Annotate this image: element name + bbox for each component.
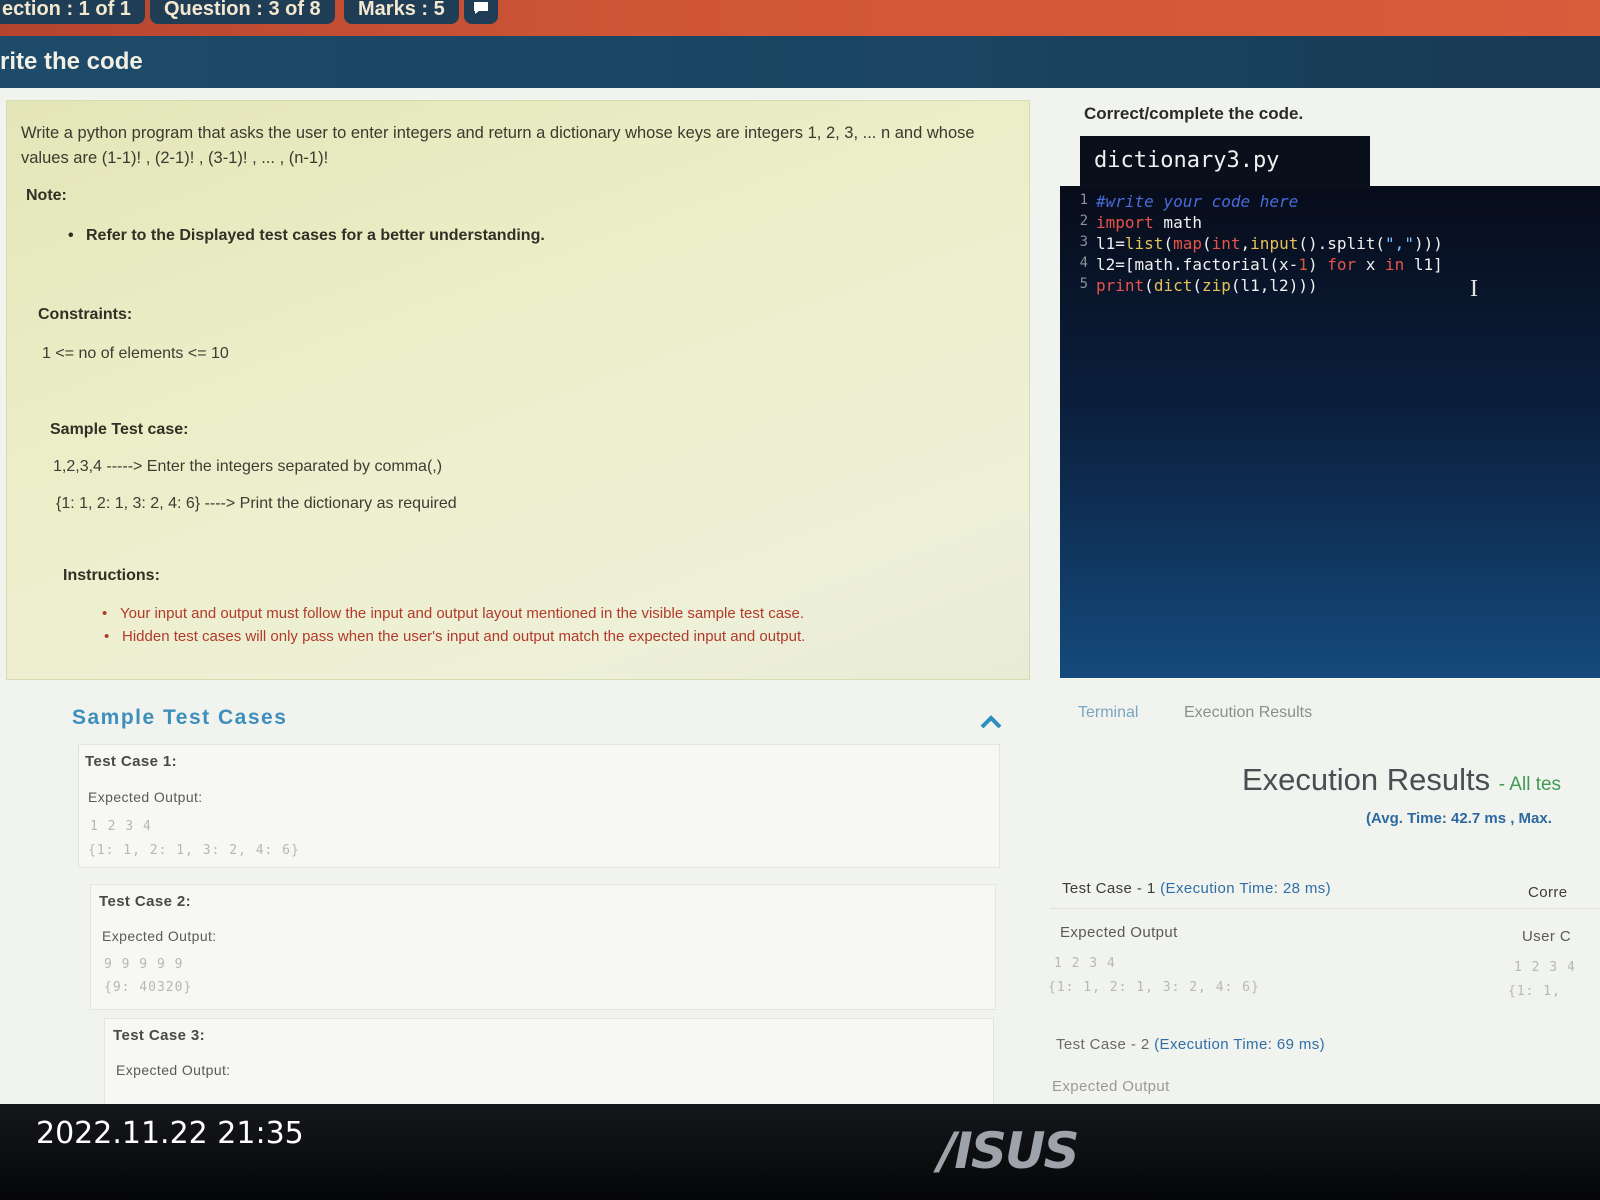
filename: dictionary3.py <box>1094 148 1280 173</box>
question-text: Write a python program that asks the use… <box>21 124 975 167</box>
test-case-label: Test Case 2: <box>99 893 192 910</box>
code-line[interactable]: 5 print(dict(zip(l1,l2))) <box>1080 276 1318 295</box>
chat-bubble-icon[interactable] <box>464 0 498 24</box>
section-counter: ection : 1 of 1 <box>0 0 145 24</box>
sample-input-line: 1,2,3,4 -----> Enter the integers separa… <box>53 458 443 475</box>
text-cursor-icon: I <box>1470 276 1478 302</box>
constraints-text: 1 <= no of elements <= 10 <box>42 345 229 362</box>
note-item: Refer to the Displayed test cases for a … <box>68 227 545 245</box>
test-case-label: Test Case 1: <box>85 753 178 770</box>
brand-logo: /ISUS <box>938 1122 1079 1180</box>
expected-output-label: Expected Output: <box>102 928 217 944</box>
code-line[interactable]: 3 l1=list(map(int,input().split(","))) <box>1080 234 1443 253</box>
expected-output-label: Expected Output <box>1060 924 1178 941</box>
result-case-header: Test Case - 1 (Execution Time: 28 ms) <box>1062 880 1332 897</box>
expected-output-label: Expected Output <box>1052 1078 1170 1095</box>
editor-heading: Correct/complete the code. <box>1084 104 1304 123</box>
sample-test-cases-title[interactable]: Sample Test Cases <box>72 706 287 730</box>
exam-screen: ection : 1 of 1 Question : 3 of 8 Marks … <box>0 0 1600 1120</box>
instructions-label: Instructions: <box>63 567 160 584</box>
instruction-item: Hidden test cases will only pass when th… <box>104 628 805 645</box>
result-status: Corre <box>1528 884 1568 901</box>
chevron-up-icon[interactable] <box>980 712 1002 735</box>
test-case-card: Test Case 1: Expected Output: 1 2 3 4 {1… <box>78 744 1000 868</box>
average-time: (Avg. Time: 42.7 ms , Max. <box>1366 810 1552 827</box>
code-line[interactable]: 2 import math <box>1080 213 1202 232</box>
code-line[interactable]: 4 l2=[math.factorial(x-1) for x in l1] <box>1080 255 1443 274</box>
code-editor[interactable]: 1 #write your code here 2 import math 3 l1=… <box>1060 186 1600 678</box>
execution-results-title: Execution Results - All tes <box>1242 762 1562 797</box>
editor-file-tab[interactable]: dictionary3.py <box>1080 136 1370 188</box>
section-header: rite the code <box>0 36 1600 88</box>
instruction-item: Your input and output must follow the in… <box>102 605 804 622</box>
photo-timestamp: 2022.11.22 21:35 <box>36 1116 304 1151</box>
tab-terminal[interactable]: Terminal <box>1078 704 1138 722</box>
expected-output-label: Expected Output: <box>88 789 203 805</box>
question-panel: Write a python program that asks the use… <box>6 100 1030 680</box>
test-output: {9: 40320} <box>104 980 193 995</box>
result-case-header: Test Case - 2 (Execution Time: 69 ms) <box>1056 1036 1326 1053</box>
user-input: 1 2 3 4 <box>1514 960 1576 975</box>
test-case-card: Test Case 2: Expected Output: 9 9 9 9 9 … <box>90 884 996 1010</box>
note-label: Note: <box>26 187 67 204</box>
test-output: {1: 1, 2: 1, 3: 2, 4: 6} <box>88 843 300 858</box>
sample-output-line: {1: 1, 2: 1, 3: 2, 4: 6} ----> Print the… <box>56 495 457 512</box>
top-bar: ection : 1 of 1 Question : 3 of 8 Marks … <box>0 0 1600 36</box>
marks-badge: Marks : 5 <box>344 0 459 24</box>
code-line[interactable]: 1 #write your code here <box>1080 192 1299 211</box>
sample-label: Sample Test case: <box>50 421 189 438</box>
section-title: rite the code <box>0 48 143 75</box>
tab-execution-results[interactable]: Execution Results <box>1184 704 1312 722</box>
test-case-label: Test Case 3: <box>113 1027 206 1044</box>
result-output: {1: 1, 2: 1, 3: 2, 4: 6} <box>1048 980 1260 995</box>
result-input: 1 2 3 4 <box>1054 956 1116 971</box>
test-input: 9 9 9 9 9 <box>104 957 184 972</box>
test-case-card: Test Case 3: Expected Output: <box>104 1018 994 1108</box>
divider <box>1050 908 1600 909</box>
test-input: 1 2 3 4 <box>90 819 152 834</box>
results-summary: - All tes <box>1498 774 1562 795</box>
constraints-label: Constraints: <box>38 306 133 323</box>
expected-output-label: Expected Output: <box>116 1062 231 1078</box>
user-output-label: User C <box>1522 928 1572 945</box>
question-counter[interactable]: Question : 3 of 8 <box>150 0 335 24</box>
user-output: {1: 1, <box>1508 984 1561 999</box>
